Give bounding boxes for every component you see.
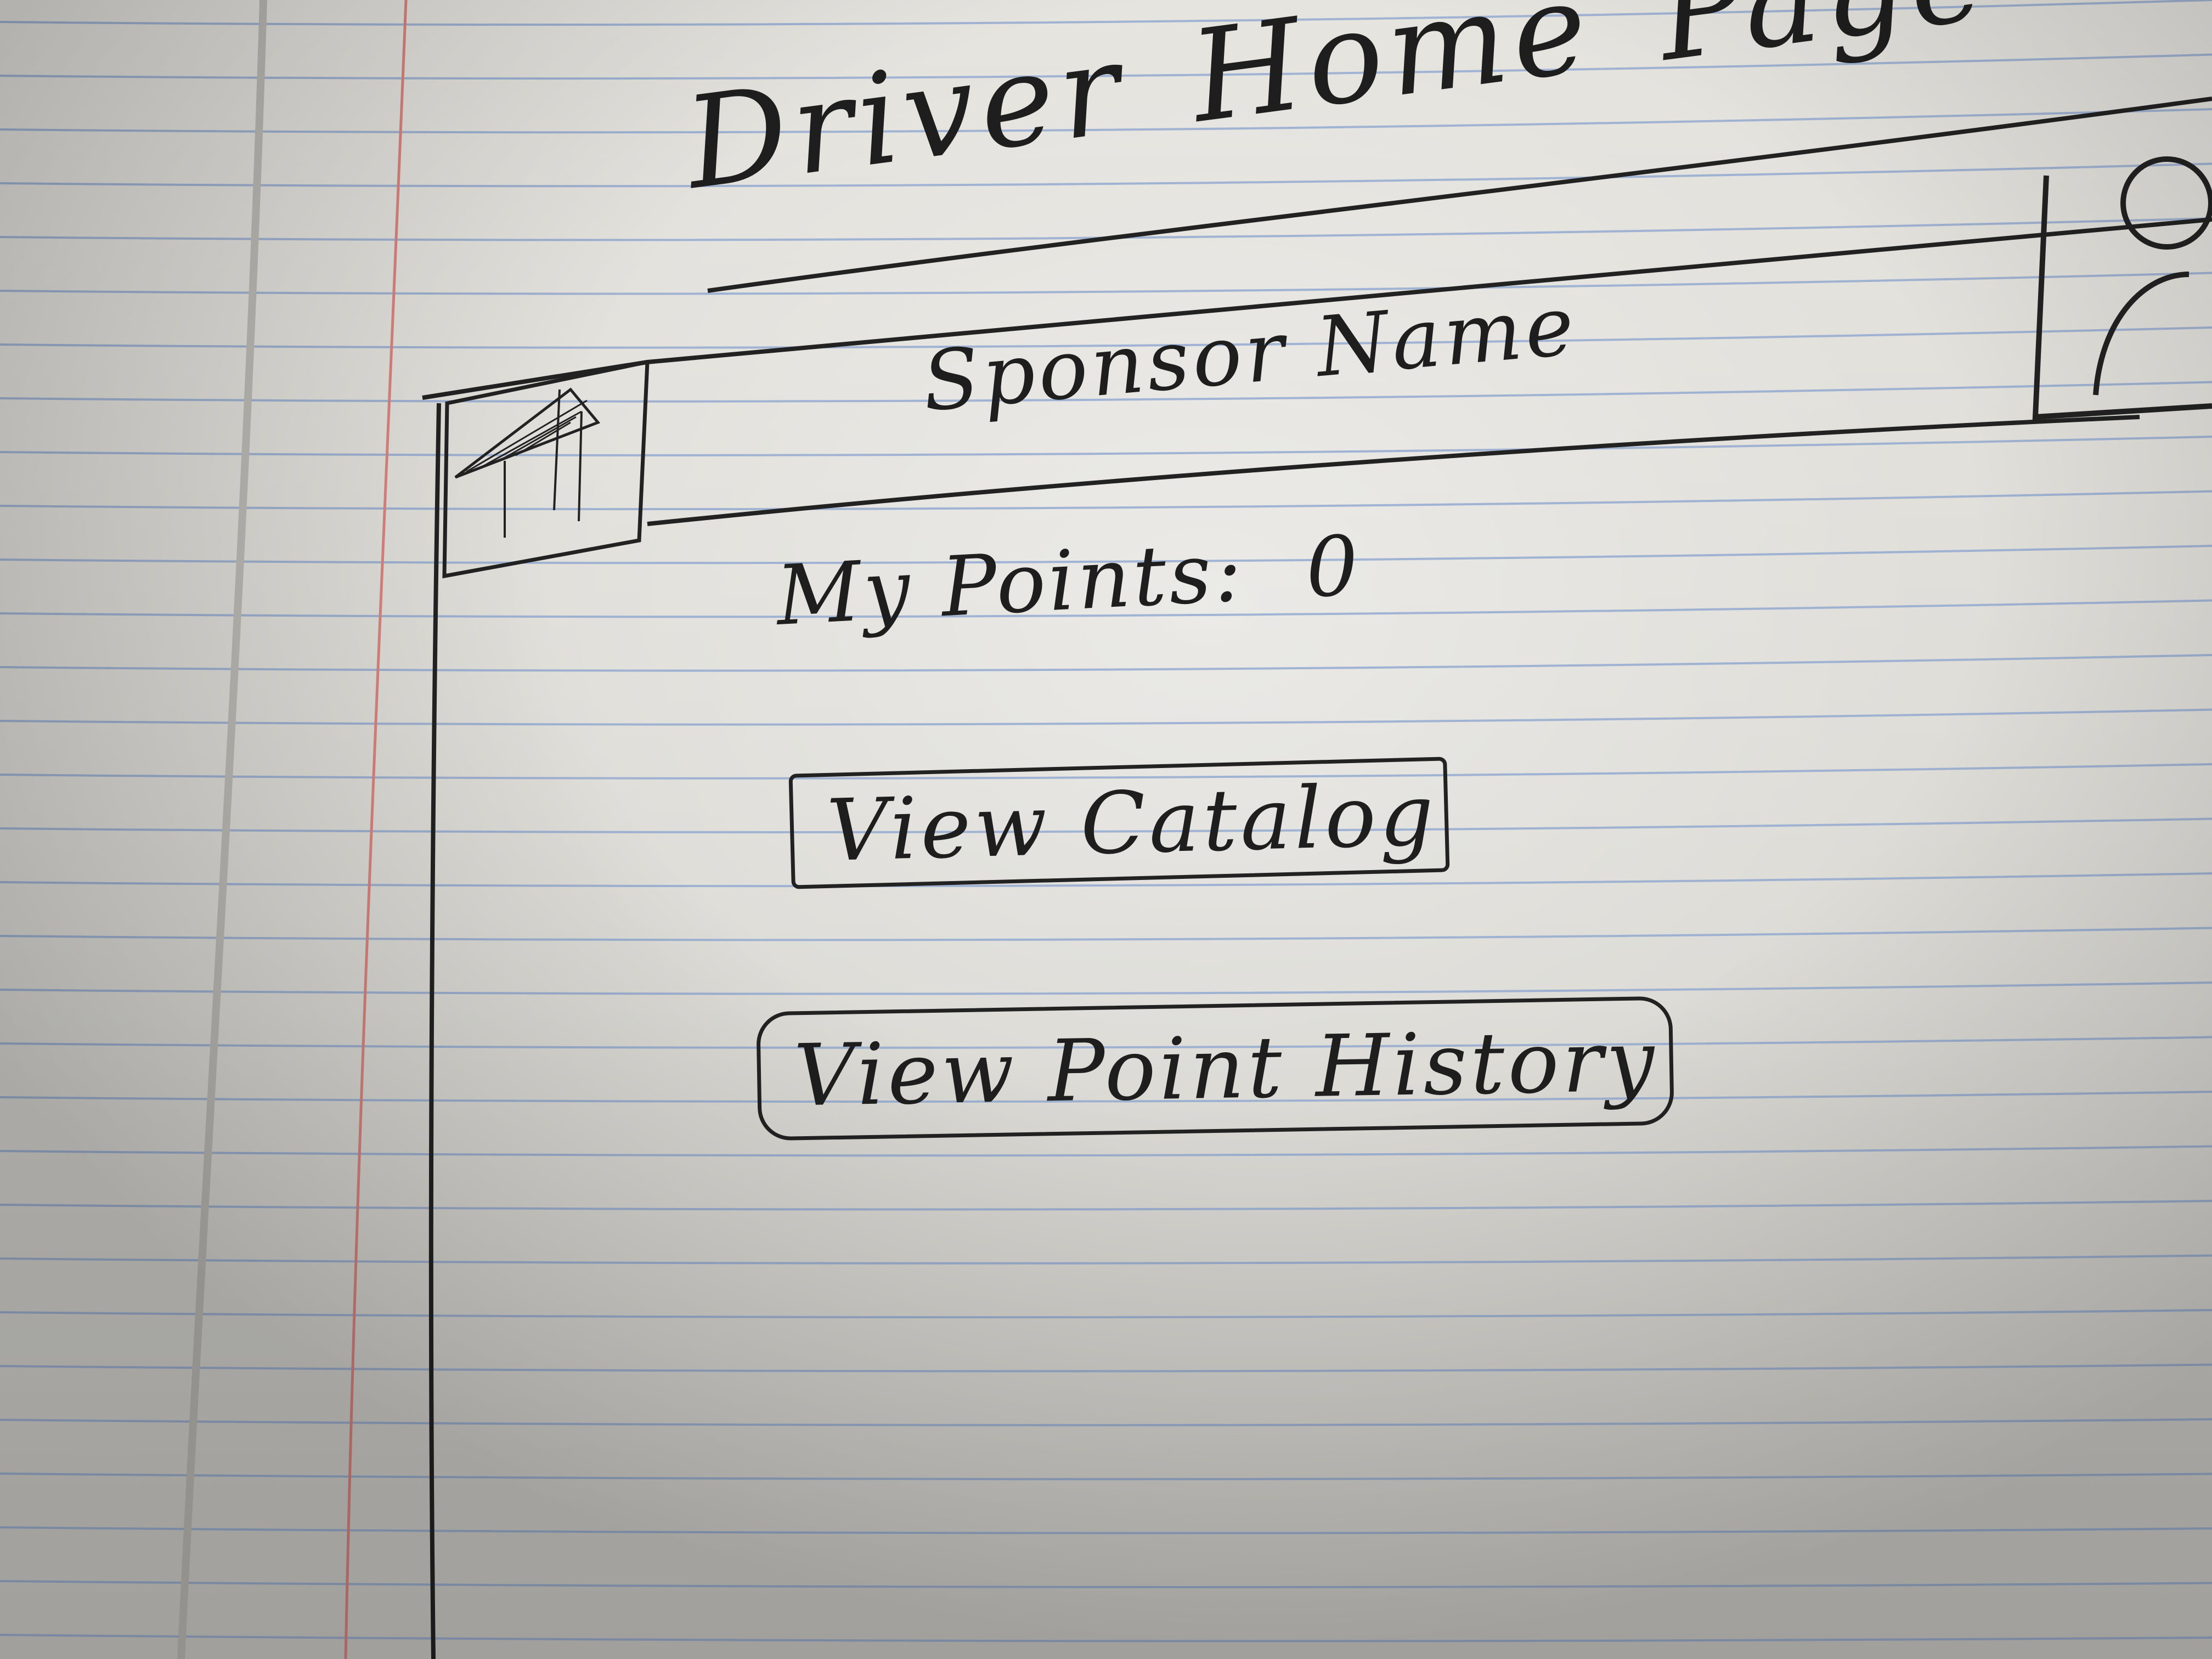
sponsor-logo-icon: [454, 387, 601, 538]
ruled-line: [0, 1363, 2212, 1373]
ruled-line: [0, 272, 2212, 295]
ruled-line: [0, 981, 2212, 995]
view-catalog-label: View Catalog: [825, 765, 1438, 881]
margin-line: [344, 0, 408, 1659]
ruled-line: [0, 162, 2212, 188]
ruled-line: [0, 1145, 2212, 1157]
ruled-line: [0, 436, 2212, 456]
ruled-line: [0, 654, 2212, 672]
ruled-line: [0, 1634, 2212, 1643]
ruled-line: [0, 1580, 2212, 1588]
ruled-line: [0, 927, 2212, 941]
view-point-history-button[interactable]: View Point History: [756, 996, 1674, 1141]
ruled-line: [0, 1472, 2212, 1481]
ruled-line: [0, 1418, 2212, 1426]
ruled-line: [0, 217, 2212, 241]
view-point-history-label: View Point History: [793, 1011, 1658, 1126]
ruled-line: [0, 1200, 2212, 1211]
points-value: 0: [1303, 518, 1364, 617]
ruled-line: [0, 490, 2212, 511]
ruled-line: [0, 1254, 2212, 1265]
ruled-line: [0, 708, 2212, 726]
ruled-line: [0, 1526, 2212, 1534]
notebook-page: Driver Home Page Sponsor Name My Points:…: [0, 0, 2212, 1659]
view-catalog-button[interactable]: View Catalog: [788, 757, 1450, 889]
user-avatar-icon[interactable]: [2024, 110, 2212, 439]
ruled-line: [0, 1309, 2212, 1319]
